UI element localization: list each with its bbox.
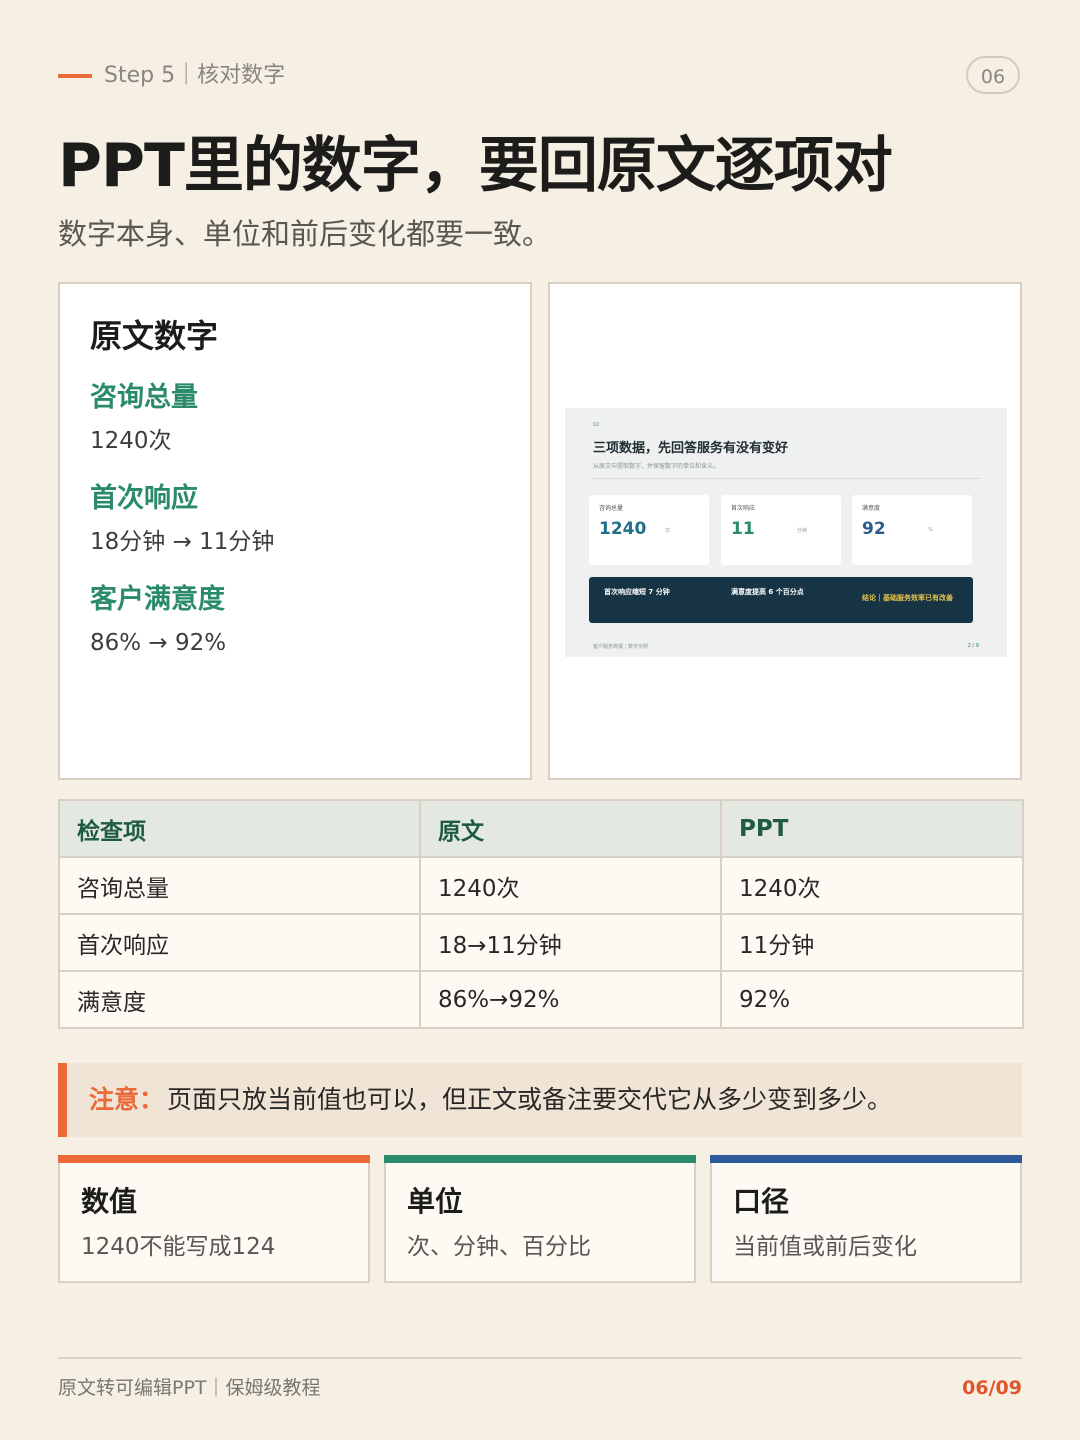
page-subtitle: 数字本身、单位和前后变化都要一致。 [58, 217, 552, 251]
table-cell: 86%→92% [419, 970, 722, 1029]
slide-metric-value: 92 [862, 519, 886, 539]
table-header: 原文 [419, 799, 722, 858]
table-cell: 首次响应 [58, 913, 421, 972]
step-accent-line [58, 74, 92, 78]
table-cell: 满意度 [58, 970, 421, 1029]
slide-number: 02 [593, 422, 600, 428]
page-title: PPT里的数字，要回原文逐项对 [58, 131, 893, 201]
table-header-row: 检查项 原文 PPT [58, 799, 1024, 858]
slide-metric-label: 首次响应 [731, 505, 756, 512]
note-callout: 注意： 页面只放当前值也可以，但正文或备注要交代它从多少变到多少。 [58, 1063, 1022, 1137]
ppt-preview-card: 02 三项数据，先回答服务有没有变好 从原文中提取数字，并保留数字的单位和含义。… [548, 282, 1022, 780]
table-cell: 咨询总量 [58, 856, 421, 915]
metric-value-inquiries: 1240次 [90, 428, 172, 454]
tip-card-desc: 次、分钟、百分比 [407, 1234, 591, 1260]
slide-title: 三项数据，先回答服务有没有变好 [593, 441, 789, 456]
slide-metric-value: 11 [731, 519, 755, 539]
table-cell: 92% [720, 970, 1024, 1029]
table-cell: 1240次 [720, 856, 1024, 915]
tip-card-desc: 当前值或前后变化 [733, 1234, 917, 1260]
tip-card-accent [710, 1155, 1022, 1163]
step-label: Step 5｜核对数字 [104, 63, 286, 88]
table-header: PPT [720, 799, 1024, 858]
slide-metric-card: 首次响应 11 分钟 [721, 495, 841, 565]
slide-page-number: 2 / 9 [967, 643, 979, 649]
table-header: 检查项 [58, 799, 421, 858]
slide-summary-bar: 首次响应缩短 7 分钟 满意度提高 6 个百分点 结论｜基础服务效率已有改善 [589, 577, 973, 623]
source-card-title: 原文数字 [90, 317, 219, 355]
slide-metric-card: 咨询总量 1240 次 [589, 495, 709, 565]
comparison-table: 检查项 原文 PPT 咨询总量 1240次 1240次 首次响应 18→11分钟… [58, 799, 1024, 1029]
table-cell: 1240次 [419, 856, 722, 915]
metric-label-inquiries: 咨询总量 [90, 382, 198, 413]
slide-divider [593, 478, 981, 479]
tip-card-accent [58, 1155, 370, 1163]
note-text: 页面只放当前值也可以，但正文或备注要交代它从多少变到多少。 [167, 1085, 893, 1114]
source-numbers-card: 原文数字 咨询总量 1240次 首次响应 18分钟 → 11分钟 客户满意度 8… [58, 282, 532, 780]
tip-card-title: 数值 [81, 1185, 138, 1218]
slide-thumbnail: 02 三项数据，先回答服务有没有变好 从原文中提取数字，并保留数字的单位和含义。… [565, 408, 1007, 657]
slide-metric-unit: 次 [665, 528, 671, 534]
tip-card-accent [384, 1155, 696, 1163]
slide-metric-card: 满意度 92 % [852, 495, 972, 565]
metric-label-satisfaction: 客户满意度 [90, 584, 225, 615]
table-row: 满意度 86%→92% 92% [58, 970, 1024, 1029]
metric-label-first-response: 首次响应 [90, 483, 198, 514]
slide-summary-item: 首次响应缩短 7 分钟 [604, 588, 670, 596]
slide-metric-unit: % [928, 527, 933, 533]
slide-metric-value: 1240 [599, 519, 647, 539]
metric-value-first-response: 18分钟 → 11分钟 [90, 529, 275, 555]
slide-metric-unit: 分钟 [797, 528, 808, 534]
tip-card-scope: 口径 当前值或前后变化 [710, 1155, 1022, 1283]
tip-card-unit: 单位 次、分钟、百分比 [384, 1155, 696, 1283]
tip-card-title: 口径 [733, 1185, 790, 1218]
tip-card-desc: 1240不能写成124 [81, 1234, 276, 1260]
note-label: 注意： [89, 1085, 165, 1114]
table-cell: 11分钟 [720, 913, 1024, 972]
page-badge: 06 [966, 56, 1020, 94]
footer-series-title: 原文转可编辑PPT｜保姆级教程 [58, 1377, 321, 1399]
slide-metric-label: 满意度 [862, 505, 881, 512]
table-row: 首次响应 18→11分钟 11分钟 [58, 913, 1024, 972]
metric-value-satisfaction: 86% → 92% [90, 630, 227, 656]
table-cell: 18→11分钟 [419, 913, 722, 972]
tip-card-value: 数值 1240不能写成124 [58, 1155, 370, 1283]
slide-summary-item: 满意度提高 6 个百分点 [731, 588, 804, 596]
slide-metric-label: 咨询总量 [599, 505, 624, 512]
table-row: 咨询总量 1240次 1240次 [58, 856, 1024, 915]
slide-subtitle: 从原文中提取数字，并保留数字的单位和含义。 [593, 463, 720, 470]
footer-page-number: 06/09 [962, 1377, 1022, 1399]
slide-footer: 客户服务简报｜数字示例 [593, 644, 649, 650]
slide-conclusion: 结论｜基础服务效率已有改善 [862, 594, 953, 602]
tip-card-title: 单位 [407, 1185, 464, 1218]
footer-divider [58, 1357, 1022, 1359]
